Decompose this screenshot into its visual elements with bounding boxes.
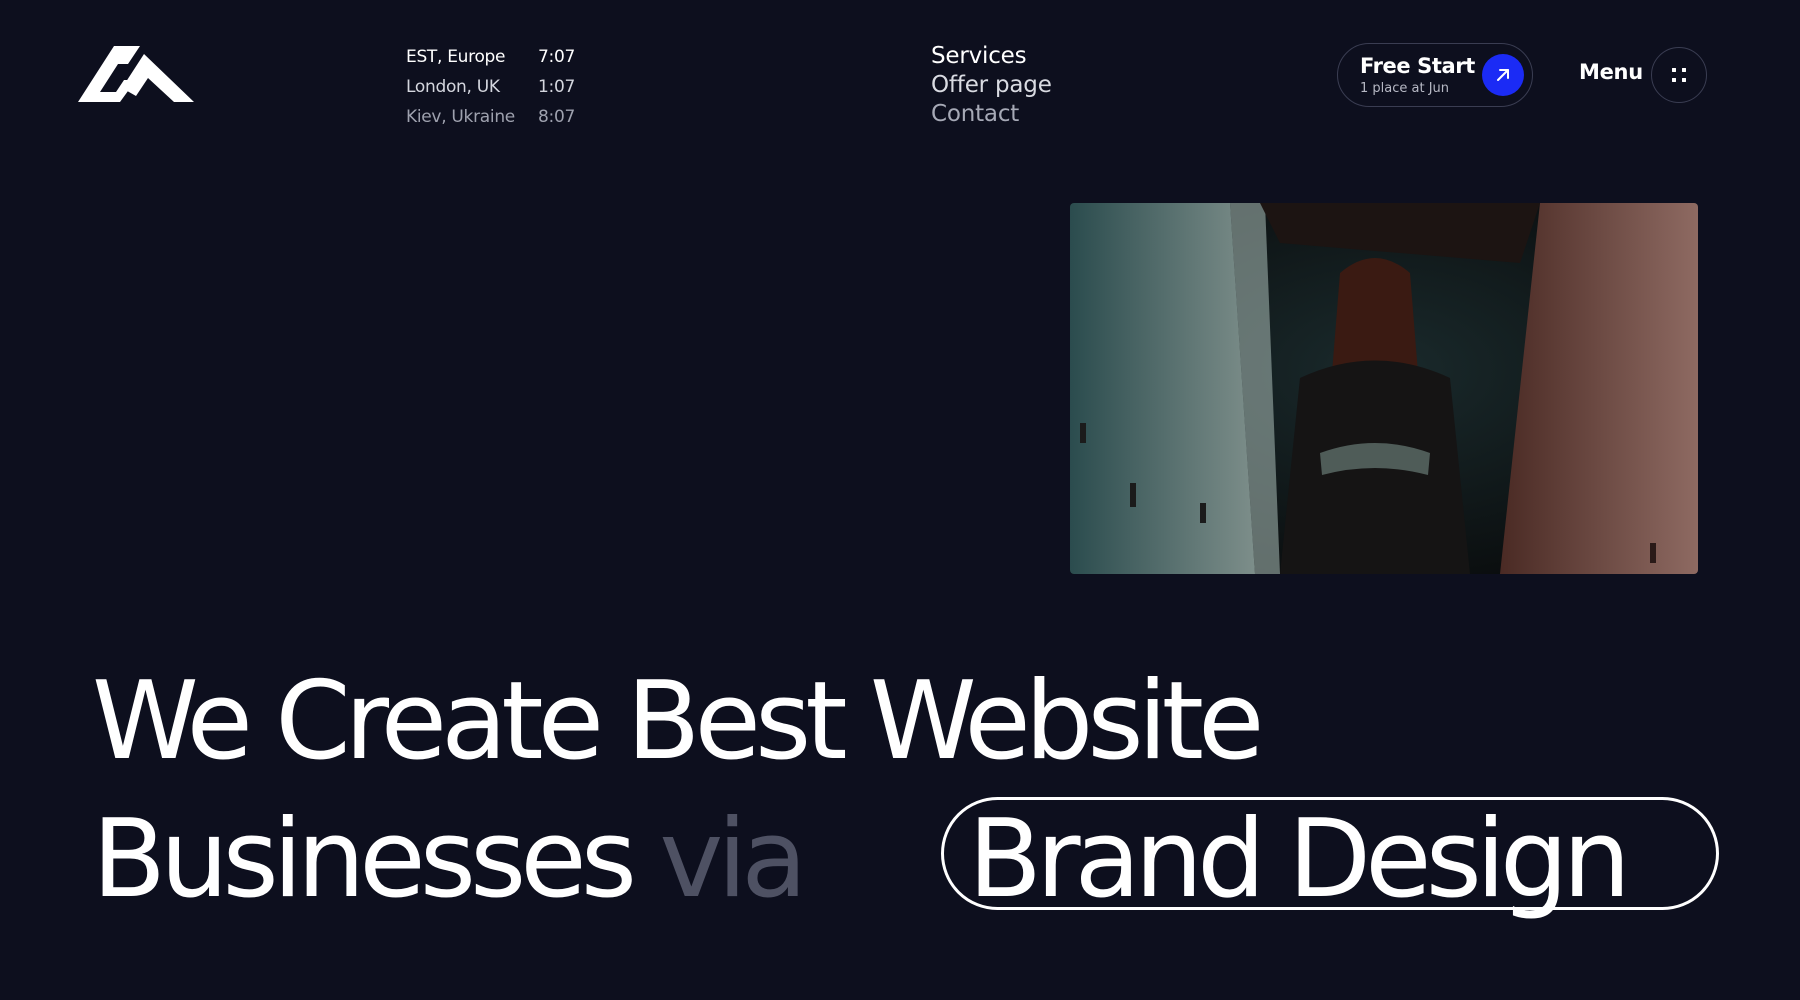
hero-photo (1070, 203, 1698, 574)
menu-label[interactable]: Menu (1579, 60, 1643, 84)
free-start-title: Free Start (1360, 54, 1475, 78)
clock-city: London, UK (406, 77, 500, 97)
main-nav: Services Offer page Contact (931, 42, 1052, 129)
free-start-subtitle: 1 place at Jun (1360, 81, 1450, 96)
hero-word-via: via (659, 797, 807, 922)
clock-city: Kiev, Ukraine (406, 107, 515, 127)
hero-word-businesses: Businesses (92, 797, 637, 922)
hero-word-brand-design: Brand Design (968, 797, 1631, 922)
grid-dots-icon[interactable] (1651, 47, 1707, 103)
clock-row: Kiev, Ukraine 8:07 (406, 102, 598, 132)
clock-row: EST, Europe 7:07 (406, 42, 598, 72)
hero-headline-line-1: We Create Best Website (92, 659, 1264, 784)
hero-headline-line-2: Businesses via (92, 806, 807, 914)
nav-link-services[interactable]: Services (931, 42, 1052, 71)
nav-link-contact[interactable]: Contact (931, 100, 1052, 129)
arrow-up-right-icon (1482, 54, 1524, 96)
clock-time: 1:07 (538, 77, 575, 97)
clock-city: EST, Europe (406, 47, 506, 67)
clock-time: 8:07 (538, 107, 575, 127)
mountain-logo-icon[interactable] (78, 42, 194, 102)
free-start-button[interactable]: Free Start 1 place at Jun (1337, 43, 1533, 107)
landing-page: EST, Europe 7:07 London, UK 1:07 Kiev, U… (0, 0, 1800, 1000)
clock-time: 7:07 (538, 47, 575, 67)
clock-row: London, UK 1:07 (406, 72, 598, 102)
nav-link-offer-page[interactable]: Offer page (931, 71, 1052, 100)
world-clocks: EST, Europe 7:07 London, UK 1:07 Kiev, U… (406, 42, 598, 132)
